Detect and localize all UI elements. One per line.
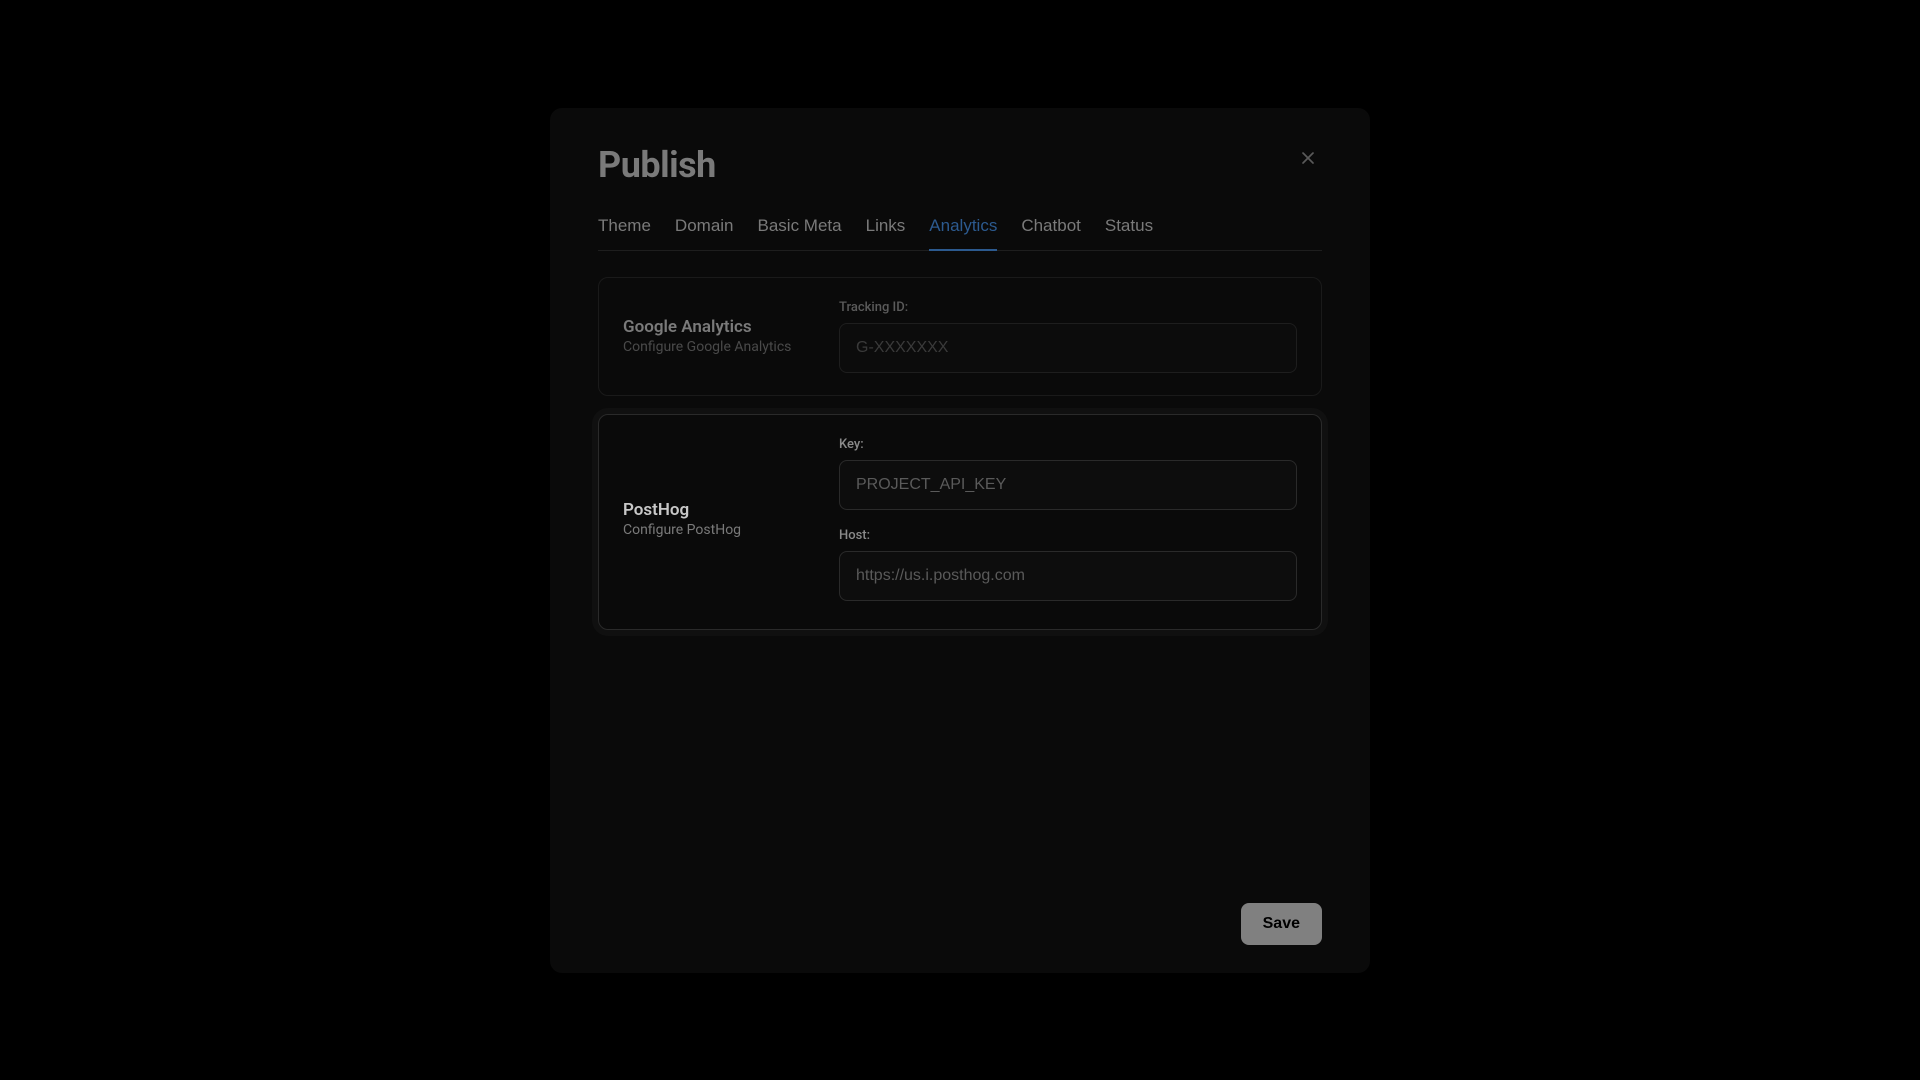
posthog-title: PostHog: [623, 500, 829, 520]
tab-status[interactable]: Status: [1105, 216, 1153, 250]
modal-footer: Save: [598, 883, 1322, 945]
posthog-card: PostHog Configure PostHog Key: Host:: [598, 414, 1322, 630]
ga-tracking-id-label: Tracking ID:: [839, 300, 1297, 315]
tab-domain[interactable]: Domain: [675, 216, 734, 250]
posthog-host-field: Host:: [839, 528, 1297, 601]
modal-header: Publish: [598, 144, 1322, 186]
tab-chatbot[interactable]: Chatbot: [1021, 216, 1081, 250]
ga-tracking-id-input[interactable]: [839, 323, 1297, 373]
close-icon: [1298, 148, 1318, 168]
ga-card-right: Tracking ID:: [839, 300, 1297, 373]
tabs: Theme Domain Basic Meta Links Analytics …: [598, 216, 1322, 251]
posthog-host-input[interactable]: [839, 551, 1297, 601]
tab-basic-meta[interactable]: Basic Meta: [758, 216, 842, 250]
save-button[interactable]: Save: [1241, 903, 1322, 945]
publish-modal: Publish Theme Domain Basic Meta Links An…: [550, 108, 1370, 973]
posthog-host-label: Host:: [839, 528, 1297, 543]
tab-links[interactable]: Links: [866, 216, 906, 250]
ga-card-left: Google Analytics Configure Google Analyt…: [623, 300, 829, 373]
google-analytics-card: Google Analytics Configure Google Analyt…: [598, 277, 1322, 396]
close-button[interactable]: [1294, 144, 1322, 172]
ga-tracking-field: Tracking ID:: [839, 300, 1297, 373]
posthog-key-label: Key:: [839, 437, 1297, 452]
posthog-key-input[interactable]: [839, 460, 1297, 510]
posthog-card-right: Key: Host:: [839, 437, 1297, 601]
ga-subtitle: Configure Google Analytics: [623, 339, 829, 355]
tab-analytics[interactable]: Analytics: [929, 216, 997, 250]
analytics-content: Google Analytics Configure Google Analyt…: [598, 251, 1322, 883]
posthog-card-left: PostHog Configure PostHog: [623, 437, 829, 601]
modal-title: Publish: [598, 144, 716, 186]
ga-title: Google Analytics: [623, 317, 829, 337]
tab-theme[interactable]: Theme: [598, 216, 651, 250]
posthog-subtitle: Configure PostHog: [623, 522, 829, 538]
posthog-key-field: Key:: [839, 437, 1297, 510]
